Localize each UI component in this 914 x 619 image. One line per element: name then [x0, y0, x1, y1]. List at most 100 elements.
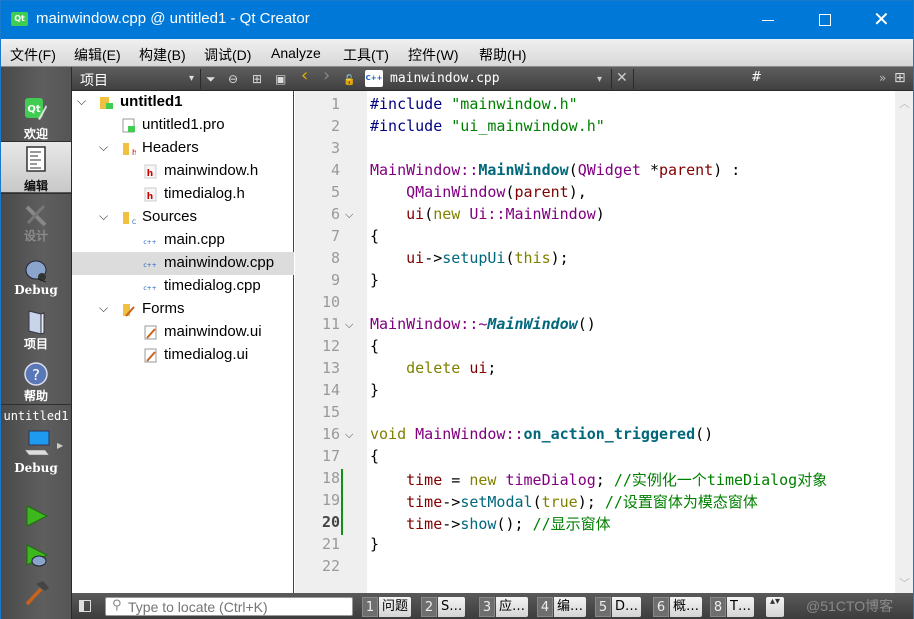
tree-item-sources[interactable]: ⌵ C+ Sources — [72, 206, 294, 229]
filter-icon[interactable]: ⏷ — [206, 71, 216, 87]
chevron-down-icon[interactable]: ⌵ — [77, 94, 86, 109]
scroll-up-icon[interactable]: ︿ — [899, 95, 910, 111]
run-icon[interactable] — [25, 504, 49, 528]
code-line[interactable]: MainWindow::MainWindow(QWidget *parent) … — [370, 161, 740, 183]
code-line[interactable]: ui->setupUi(this); — [370, 249, 569, 271]
back-icon[interactable]: ‹ — [301, 67, 308, 85]
code-line[interactable]: delete ui; — [370, 359, 496, 381]
debug-run-icon[interactable] — [25, 543, 51, 569]
help-icon: ? — [24, 362, 48, 386]
code-line[interactable]: } — [370, 535, 379, 557]
menu-help[interactable]: 帮助(H) — [479, 45, 526, 65]
tree-item-headers[interactable]: ⌵ h Headers — [72, 137, 294, 160]
close-document-icon[interactable]: ✕ — [616, 70, 628, 86]
tree-item-main-cpp[interactable]: c++ main.cpp — [72, 229, 294, 252]
mode-welcome[interactable]: Qt 欢迎 — [1, 93, 71, 143]
code-line[interactable]: ui(new Ui::MainWindow) — [370, 205, 605, 227]
code-token: setupUi — [442, 249, 506, 267]
code-line[interactable]: time->setModal(true); //设置窗体为模态窗体 — [370, 491, 758, 513]
forward-icon[interactable]: › — [323, 67, 330, 85]
debug-bug-icon — [25, 260, 47, 283]
menu-edit[interactable]: 编辑(E) — [74, 45, 121, 65]
tree-item-untitled1[interactable]: ⌵ untitled1 — [72, 91, 294, 114]
code-line[interactable]: time = new timeDialog; //实例化一个timeDialog… — [370, 469, 827, 491]
design-icon — [25, 204, 47, 227]
code-line[interactable]: #include "mainwindow.h" — [370, 95, 578, 117]
toggle-sidebar-icon[interactable] — [79, 600, 91, 612]
chevron-down-icon[interactable]: ▾ — [597, 72, 602, 88]
symbol-selector[interactable]: # — [751, 70, 762, 86]
code-line[interactable]: { — [370, 337, 379, 359]
code-line[interactable]: QMainWindow(parent), — [370, 183, 587, 205]
mode-debug[interactable]: Debug — [1, 253, 71, 303]
code-line[interactable]: } — [370, 271, 379, 293]
tree-item-mainwindow-cpp[interactable]: c++ mainwindow.cpp — [72, 252, 294, 275]
lock-icon[interactable]: 🔓 — [343, 73, 355, 89]
vertical-scrollbar[interactable]: ︿ ﹀ — [895, 91, 913, 593]
split-icon[interactable]: ⊞ — [894, 70, 906, 86]
tab-label: D… — [612, 597, 642, 617]
build-hammer-icon[interactable] — [23, 579, 51, 607]
fold-chevron-icon[interactable]: ⌵ — [345, 428, 353, 442]
code-line[interactable]: #include "ui_mainwindow.h" — [370, 117, 605, 139]
close-button[interactable]: ✕ — [857, 1, 903, 39]
code-line[interactable]: void MainWindow::on_action_triggered() — [370, 425, 713, 447]
code-line[interactable]: { — [370, 447, 379, 469]
menu-tools[interactable]: 工具(T) — [343, 45, 389, 65]
link-editor-icon[interactable]: ⊖ — [228, 71, 238, 87]
menu-file[interactable]: 文件(F) — [10, 45, 56, 65]
project-view-selector[interactable]: 项目 — [80, 70, 108, 90]
mode-edit[interactable]: 编辑 — [1, 142, 71, 193]
code-line[interactable]: MainWindow::~MainWindow() — [370, 315, 596, 337]
code-token: #include — [370, 95, 452, 113]
code-token: this — [514, 249, 551, 267]
svg-text:c++: c++ — [143, 239, 156, 246]
qt-welcome-icon: Qt — [25, 98, 47, 120]
open-file-selector[interactable]: mainwindow.cpp — [390, 71, 500, 86]
kit-selector[interactable]: untitled1 ▶ Debug — [1, 405, 71, 485]
fold-chevron-icon[interactable]: ⌵ — [345, 208, 353, 222]
code-line[interactable]: { — [370, 227, 379, 249]
tree-item-untitled1-pro[interactable]: untitled1.pro — [72, 114, 294, 137]
code-token: ui — [469, 359, 488, 377]
tab-label: 问题 — [379, 597, 412, 617]
code-line[interactable]: } — [370, 381, 379, 403]
line-number: 8 — [330, 249, 340, 267]
tree-item-mainwindow-h[interactable]: h mainwindow.h — [72, 160, 294, 183]
tree-item-timedialog-ui[interactable]: timedialog.ui — [72, 344, 294, 367]
mode-design[interactable]: 设计 — [1, 199, 71, 249]
code-token: timeDialog — [505, 471, 596, 489]
output-tabs-spin-button[interactable]: ▴▾ — [766, 597, 784, 617]
split-icon[interactable]: ⊞ — [252, 71, 262, 87]
tree-item-timedialog-h[interactable]: h timedialog.h — [72, 183, 294, 206]
menu-widgets[interactable]: 控件(W) — [408, 45, 459, 65]
code-line[interactable]: time->show(); //显示窗体 — [370, 513, 611, 535]
menu-analyze[interactable]: Analyze — [271, 45, 321, 61]
locator-input[interactable] — [128, 598, 350, 615]
locator[interactable]: ⚲ — [105, 597, 353, 616]
tree-label: untitled1.pro — [142, 116, 225, 133]
chevron-down-icon[interactable]: ⌵ — [99, 140, 108, 155]
menu-bar: 文件(F) 编辑(E) 构建(B) 调试(D) Analyze 工具(T) 控件… — [1, 39, 913, 67]
chevron-down-icon[interactable]: ⌵ — [99, 209, 108, 224]
chevron-down-icon[interactable]: ⌵ — [99, 301, 108, 316]
close-pane-icon[interactable]: ▣ — [275, 71, 286, 87]
tree-item-mainwindow-ui[interactable]: mainwindow.ui — [72, 321, 294, 344]
overflow-icon[interactable]: » — [879, 70, 886, 86]
menu-build[interactable]: 构建(B) — [139, 45, 186, 65]
tab-number: 5 — [595, 597, 611, 617]
maximize-button[interactable] — [801, 1, 847, 39]
minimize-button[interactable] — [745, 1, 791, 39]
tree-item-timedialog-cpp[interactable]: c++ timedialog.cpp — [72, 275, 294, 298]
cpp-file-icon: C++ — [365, 70, 383, 87]
scroll-down-icon[interactable]: ﹀ — [899, 575, 910, 591]
fold-chevron-icon[interactable]: ⌵ — [345, 318, 353, 332]
code-editor[interactable]: #include "mainwindow.h" #include "ui_main… — [367, 91, 895, 593]
tree-item-forms[interactable]: ⌵ Forms — [72, 298, 294, 321]
mode-help[interactable]: ? 帮助 — [1, 357, 71, 407]
code-token: ( — [505, 183, 515, 201]
chevron-down-icon[interactable]: ▾ — [189, 71, 194, 87]
mode-projects[interactable]: 项目 — [1, 305, 71, 355]
menu-debug[interactable]: 调试(D) — [204, 45, 251, 65]
